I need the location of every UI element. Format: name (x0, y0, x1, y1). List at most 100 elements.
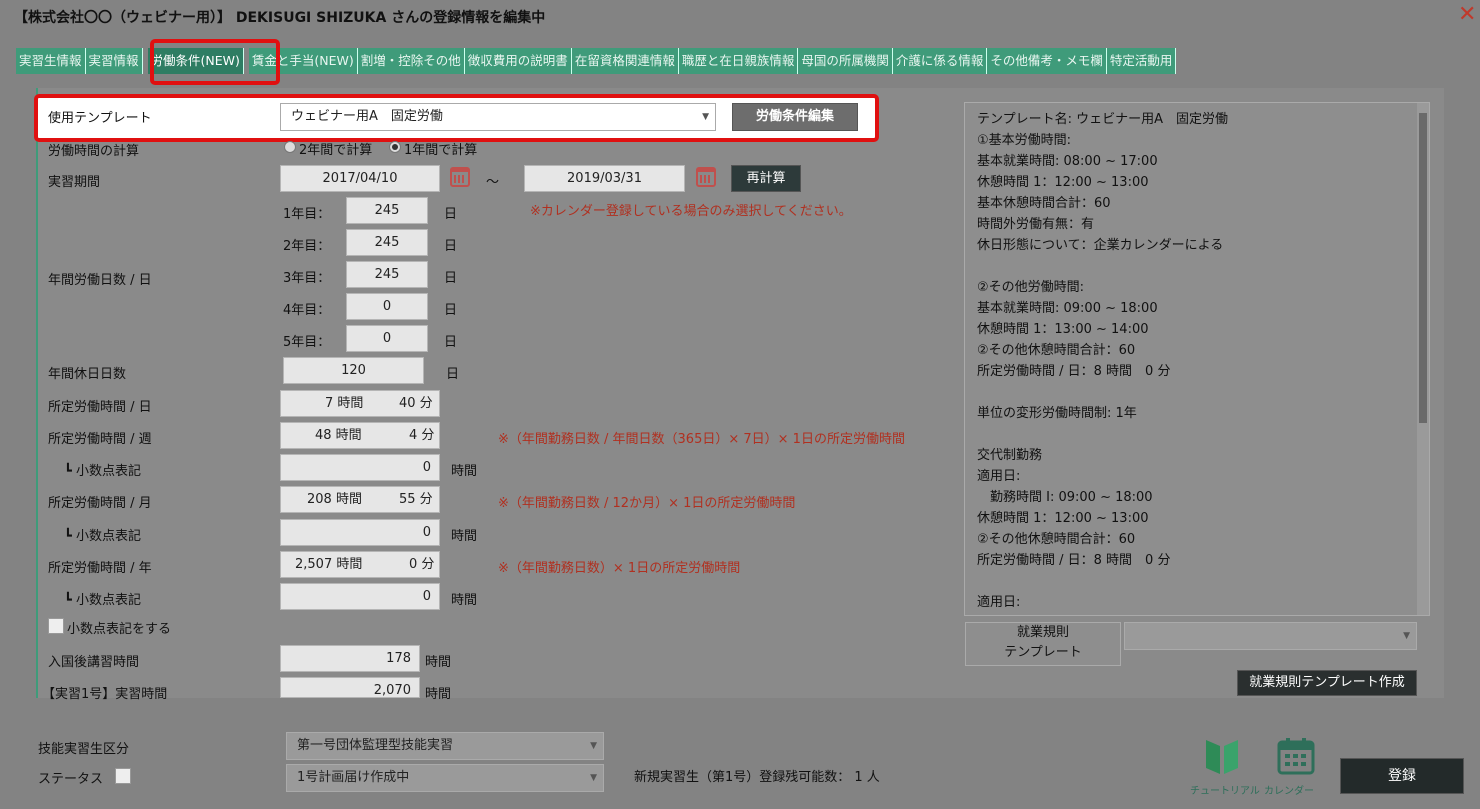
chevron-down-icon: ▼ (1403, 631, 1410, 641)
year-3-input[interactable]: 245 (346, 261, 428, 288)
year-5-unit: 日 (444, 335, 458, 350)
status-checkbox[interactable] (115, 768, 131, 784)
year-1-input[interactable]: 245 (346, 197, 428, 224)
yearly-hours: 2,507 時間 (295, 557, 363, 572)
year-2-unit: 日 (444, 239, 458, 254)
tab-specified-activities[interactable]: 特定活動用 (1106, 48, 1177, 74)
monthly-minutes: 55 分 (399, 492, 433, 507)
tab-practice-info[interactable]: 実習情報 (85, 48, 143, 74)
calendar-icon[interactable] (1276, 736, 1316, 776)
practice1-label: 【実習1号】実習時間 (42, 687, 168, 702)
calc-option-2year: 2年間で計算 (299, 143, 373, 158)
year-5-input[interactable]: 0 (346, 325, 428, 352)
daily-time-box[interactable]: 7 時間 40 分 (280, 390, 440, 417)
remaining-count-text: 新規実習生（第1号）登録残可能数： 1 人 (634, 770, 880, 785)
tab-premium-deductions[interactable]: 割増・控除その他 (357, 48, 465, 74)
monthly-hours: 208 時間 (307, 492, 362, 507)
period-start-input[interactable]: 2017/04/10 (280, 165, 440, 192)
calendar-note: ※カレンダー登録している場合のみ選択してください。 (530, 204, 852, 219)
recalc-button[interactable]: 再計算 (731, 165, 801, 192)
tutorial-icon[interactable] (1202, 734, 1242, 776)
decimal-checkbox-label: 小数点表記をする (67, 622, 172, 637)
calc-radio-2year[interactable] (284, 141, 296, 153)
template-highlight-frame (34, 94, 879, 142)
year-3-unit: 日 (444, 271, 458, 286)
calendar-icon[interactable] (696, 167, 716, 187)
template-detail-panel[interactable]: テンプレート名: ウェビナー用A 固定労働 ①基本労働時間: 基本就業時間: 0… (964, 102, 1430, 616)
weekly-time-box[interactable]: 48 時間 4 分 (280, 422, 440, 449)
template-detail-scrollbar[interactable] (1417, 103, 1429, 615)
year-4-label: 4年目： (283, 303, 331, 318)
rules-template-label-line1: 就業規則 (1016, 625, 1069, 640)
close-icon[interactable]: ✕ (1458, 2, 1476, 28)
tab-fee-explanation[interactable]: 徴収費用の説明書 (464, 48, 572, 74)
year-1-label: 1年目： (283, 207, 331, 222)
monthly-decimal-label: ┗ 小数点表記 (64, 529, 141, 544)
yearly-note: ※（年間勤務日数）× 1日の所定労働時間 (498, 561, 741, 576)
trainee-type-label: 技能実習生区分 (38, 742, 130, 757)
yearly-label: 所定労働時間 / 年 (48, 561, 152, 576)
calendar-label: カレンダー (1264, 786, 1314, 797)
yearly-decimal-label: ┗ 小数点表記 (64, 593, 141, 608)
tab-care-info[interactable]: 介護に係る情報 (892, 48, 988, 74)
rules-template-create-button[interactable]: 就業規則テンプレート作成 (1237, 670, 1417, 696)
rules-template-select[interactable]: ▼ (1124, 622, 1417, 650)
training-input[interactable]: 178 (280, 645, 420, 672)
weekly-note: ※（年間勤務日数 / 年間日数（365日）× 7日）× 1日の所定労働時間 (498, 432, 905, 447)
calc-option-1year: 1年間で計算 (404, 143, 478, 158)
trainee-type-value: 第一号団体監理型技能実習 (297, 738, 454, 753)
weekly-decimal-label: ┗ 小数点表記 (64, 464, 141, 479)
annual-days-label: 年間労働日数 / 日 (48, 273, 152, 288)
period-end-input[interactable]: 2019/03/31 (524, 165, 685, 192)
weekly-decimal-input[interactable]: 0 (280, 454, 440, 481)
yearly-time-box[interactable]: 2,507 時間 0 分 (280, 551, 440, 578)
yearly-decimal-input[interactable]: 0 (280, 583, 440, 610)
rules-template-label: 就業規則 テンプレート (965, 622, 1121, 666)
holidays-unit: 日 (446, 367, 460, 382)
tab-trainee-info[interactable]: 実習生情報 (16, 48, 86, 74)
holidays-input[interactable]: 120 (283, 357, 424, 384)
rules-template-label-line2: テンプレート (1004, 645, 1082, 660)
year-1-unit: 日 (444, 207, 458, 222)
calc-radio-1year[interactable] (389, 141, 401, 153)
period-tilde: ～ (486, 175, 500, 190)
practice1-input[interactable]: 2,070 (280, 677, 420, 698)
year-4-input[interactable]: 0 (346, 293, 428, 320)
monthly-decimal-input[interactable]: 0 (280, 519, 440, 546)
tutorial-label: チュートリアル (1190, 786, 1260, 797)
year-3-label: 3年目： (283, 271, 331, 286)
trainee-type-select[interactable]: 第一号団体監理型技能実習 ▼ (286, 732, 604, 760)
submit-button[interactable]: 登録 (1340, 758, 1464, 794)
yearly-decimal-unit: 時間 (451, 593, 478, 608)
status-value: 1号計画届け作成中 (297, 770, 410, 785)
weekly-minutes: 4 分 (409, 428, 435, 443)
period-label: 実習期間 (48, 175, 101, 190)
decimal-checkbox[interactable] (48, 618, 64, 634)
calendar-icon[interactable] (450, 167, 470, 187)
chevron-down-icon: ▼ (590, 741, 597, 751)
weekly-hours: 48 時間 (315, 428, 362, 443)
scrollbar-thumb[interactable] (1419, 113, 1427, 423)
footer-bar: 技能実習生区分 第一号団体監理型技能実習 ▼ ステータス 1号計画届け作成中 ▼… (0, 716, 1480, 809)
training-label: 入国後講習時間 (48, 655, 140, 670)
tab-home-organization[interactable]: 母国の所属機関 (798, 48, 893, 74)
monthly-note: ※（年間勤務日数 / 12か月）× 1日の所定労働時間 (498, 496, 796, 511)
tab-notes-memo[interactable]: その他備考・メモ欄 (987, 48, 1107, 74)
year-2-input[interactable]: 245 (346, 229, 428, 256)
daily-hours: 7 時間 (325, 396, 364, 411)
daily-label: 所定労働時間 / 日 (48, 400, 152, 415)
year-4-unit: 日 (444, 303, 458, 318)
daily-minutes: 40 分 (399, 396, 433, 411)
monthly-time-box[interactable]: 208 時間 55 分 (280, 486, 440, 513)
status-select[interactable]: 1号計画届け作成中 ▼ (286, 764, 604, 792)
tab-residence-status[interactable]: 在留資格関連情報 (571, 48, 679, 74)
practice1-unit: 時間 (425, 687, 452, 702)
status-label: ステータス (38, 772, 104, 787)
monthly-label: 所定労働時間 / 月 (48, 496, 152, 511)
training-unit: 時間 (425, 655, 452, 670)
window-title: 【株式会社〇〇（ウェビナー用）】 DEKISUGI SHIZUKA さんの登録情… (14, 10, 546, 26)
edit-modal: 【株式会社〇〇（ウェビナー用）】 DEKISUGI SHIZUKA さんの登録情… (0, 0, 1480, 809)
monthly-decimal-unit: 時間 (451, 529, 478, 544)
holidays-label: 年間休日日数 (48, 367, 127, 382)
tab-career-relatives[interactable]: 職歴と在日親族情報 (678, 48, 799, 74)
